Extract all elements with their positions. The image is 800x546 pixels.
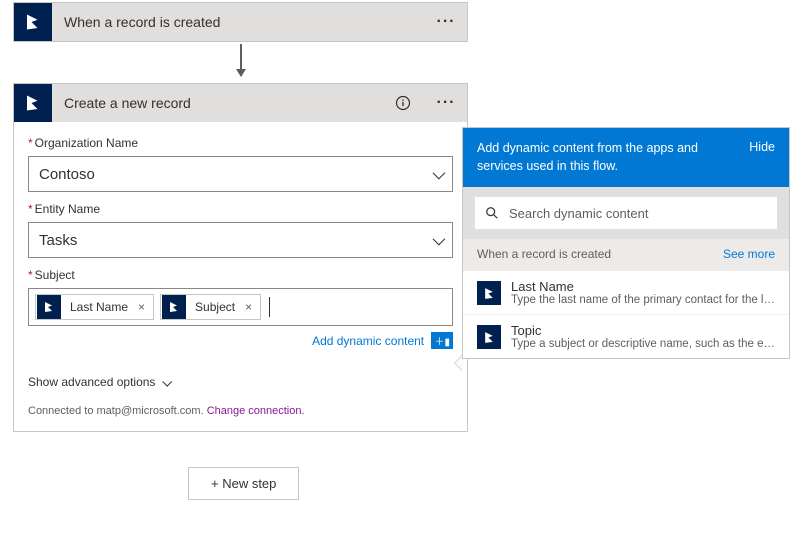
connector-arrow: [240, 44, 242, 76]
panel-search-box[interactable]: [475, 197, 777, 229]
search-icon: [485, 206, 499, 220]
info-icon[interactable]: [387, 84, 419, 122]
org-label: *Organization Name: [28, 136, 453, 150]
item-desc: Type a subject or descriptive name, such…: [511, 338, 775, 350]
see-more-link[interactable]: See more: [723, 247, 775, 261]
panel-search-wrap: [463, 187, 789, 239]
text-cursor: [269, 297, 270, 317]
chevron-down-icon: [159, 375, 170, 389]
subject-label: *Subject: [28, 268, 453, 282]
dynamics-icon: [477, 281, 501, 305]
trigger-card[interactable]: When a record is created ···: [13, 2, 468, 42]
dynamic-item-topic[interactable]: Topic Type a subject or descriptive name…: [463, 314, 789, 358]
new-step-button[interactable]: + New step: [188, 467, 299, 500]
dynamics-icon: [14, 3, 52, 41]
item-desc: Type the last name of the primary contac…: [511, 294, 775, 306]
item-body: Topic Type a subject or descriptive name…: [511, 323, 775, 350]
more-icon[interactable]: ···: [435, 84, 467, 122]
dynamics-icon: [477, 325, 501, 349]
dynamic-item-last-name[interactable]: Last Name Type the last name of the prim…: [463, 271, 789, 314]
close-icon[interactable]: ×: [241, 300, 260, 314]
close-icon[interactable]: ×: [134, 300, 153, 314]
token-subject[interactable]: Subject ×: [160, 294, 261, 320]
token-label: Subject: [187, 300, 241, 314]
panel-header: Add dynamic content from the apps and se…: [463, 128, 789, 187]
trigger-title: When a record is created: [52, 14, 435, 30]
action-body: *Organization Name Contoso *Entity Name …: [14, 122, 467, 363]
dynamics-icon: [14, 84, 52, 122]
panel-section-title: When a record is created: [477, 247, 611, 261]
panel-section-header: When a record is created See more: [463, 239, 789, 271]
action-header: Create a new record ···: [14, 84, 467, 122]
entity-label: *Entity Name: [28, 202, 453, 216]
add-dynamic-row: Add dynamic content ＋▮: [28, 332, 453, 349]
item-body: Last Name Type the last name of the prim…: [511, 279, 775, 306]
show-advanced-toggle[interactable]: Show advanced options: [14, 363, 467, 399]
chevron-down-icon: [433, 166, 442, 183]
add-dynamic-link[interactable]: Add dynamic content: [312, 334, 424, 348]
subject-input[interactable]: Last Name × Subject ×: [28, 288, 453, 326]
org-select[interactable]: Contoso: [28, 156, 453, 192]
hide-panel-link[interactable]: Hide: [749, 140, 775, 154]
dynamics-icon: [37, 295, 61, 319]
item-title: Topic: [511, 323, 775, 338]
token-last-name[interactable]: Last Name ×: [35, 294, 154, 320]
dynamic-content-panel: Add dynamic content from the apps and se…: [462, 127, 790, 359]
action-card: Create a new record ··· *Organization Na…: [13, 83, 468, 432]
chevron-down-icon: [433, 232, 442, 249]
change-connection-link[interactable]: Change connection.: [207, 405, 305, 417]
more-icon[interactable]: ···: [435, 3, 467, 41]
search-input[interactable]: [509, 206, 767, 221]
entity-value: Tasks: [39, 232, 77, 249]
trigger-header: When a record is created ···: [14, 3, 467, 41]
panel-header-text: Add dynamic content from the apps and se…: [477, 140, 749, 175]
add-dynamic-badge[interactable]: ＋▮: [431, 332, 453, 349]
connection-info: Connected to matp@microsoft.com. Change …: [14, 399, 467, 431]
entity-select[interactable]: Tasks: [28, 222, 453, 258]
action-title: Create a new record: [52, 95, 387, 111]
token-label: Last Name: [62, 300, 134, 314]
org-value: Contoso: [39, 166, 95, 183]
dynamics-icon: [162, 295, 186, 319]
item-title: Last Name: [511, 279, 775, 294]
